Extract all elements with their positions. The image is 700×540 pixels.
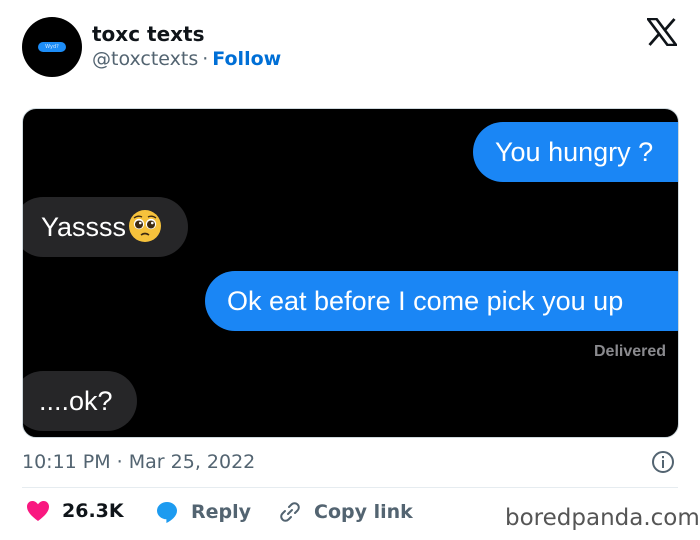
message-text: Ok eat before I come pick you up xyxy=(227,286,624,316)
like-button[interactable]: 26.3K xyxy=(26,500,124,522)
x-logo-icon[interactable] xyxy=(647,18,677,46)
divider xyxy=(22,487,678,488)
avatar-text: Wyd? xyxy=(38,42,66,52)
message-text: ....ok? xyxy=(39,386,113,416)
message-bubble-outgoing: You hungry ? xyxy=(473,122,678,182)
tweet-timestamp[interactable]: 10:11 PM · Mar 25, 2022 xyxy=(22,451,255,473)
reply-bubble-icon xyxy=(157,502,177,523)
copy-link-button[interactable]: Copy link xyxy=(278,500,413,524)
avatar[interactable]: Wyd? xyxy=(22,17,82,77)
link-icon xyxy=(280,502,300,522)
message-text: Yassss xyxy=(41,212,127,242)
reply-button[interactable]: Reply xyxy=(155,500,251,524)
like-count: 26.3K xyxy=(62,500,124,522)
reply-label: Reply xyxy=(191,501,252,523)
chat-screenshot[interactable]: You hungry ? Yassss Ok eat before I come… xyxy=(22,108,679,438)
separator: · xyxy=(202,48,209,70)
author-handle-row: @toxctexts · Follow xyxy=(92,48,281,70)
delivery-status: Delivered xyxy=(594,343,667,360)
message-text: You hungry ? xyxy=(495,137,654,167)
message-bubble-incoming: Yassss xyxy=(23,197,188,257)
copy-link-label: Copy link xyxy=(314,501,413,523)
info-icon[interactable] xyxy=(651,450,675,474)
author-name[interactable]: toxc texts xyxy=(92,22,205,46)
tweet-card: Wyd? toxc texts @toxctexts · Follow You hu… xyxy=(0,0,700,540)
message-bubble-outgoing: Ok eat before I come pick you up xyxy=(205,271,678,331)
follow-button[interactable]: Follow xyxy=(212,48,281,70)
watermark: boredpanda.com xyxy=(505,505,700,531)
heart-icon xyxy=(27,501,49,521)
pleading-face-icon xyxy=(129,209,162,242)
message-bubble-incoming: ....ok? xyxy=(23,371,137,431)
author-handle[interactable]: @toxctexts xyxy=(92,48,198,70)
